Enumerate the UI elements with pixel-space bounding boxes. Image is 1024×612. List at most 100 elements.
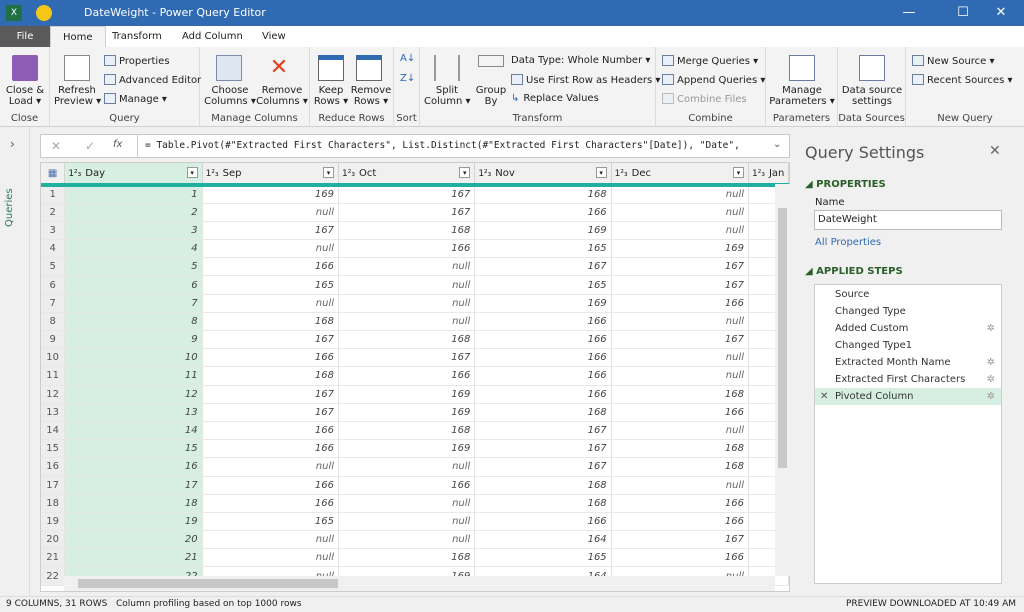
cell-day[interactable]: 10 bbox=[64, 348, 203, 368]
scroll-thumb[interactable] bbox=[78, 579, 338, 588]
cell-oct[interactable]: 169 bbox=[338, 403, 476, 422]
tab-view[interactable]: View bbox=[250, 26, 298, 47]
cell-day[interactable]: 13 bbox=[64, 403, 203, 422]
cell-oct[interactable]: null bbox=[338, 312, 476, 332]
row-number[interactable]: 12 bbox=[41, 385, 66, 404]
tab-add-column[interactable]: Add Column bbox=[170, 26, 255, 47]
cell-dec[interactable]: 167 bbox=[611, 275, 750, 295]
cell-nov[interactable]: 166 bbox=[474, 312, 612, 332]
cell-nov[interactable]: 165 bbox=[474, 275, 612, 295]
gear-icon[interactable]: ✲ bbox=[987, 354, 995, 371]
cell-oct[interactable]: 169 bbox=[338, 439, 476, 459]
cell-nov[interactable]: 166 bbox=[474, 385, 612, 404]
cell-sep[interactable]: 168 bbox=[202, 312, 340, 332]
cell-day[interactable]: 7 bbox=[64, 294, 203, 313]
cell-day[interactable]: 17 bbox=[64, 476, 203, 495]
gear-icon[interactable]: ✲ bbox=[987, 371, 995, 388]
applied-step[interactable]: Extracted First Characters ✲ bbox=[815, 371, 1001, 388]
cell-day[interactable]: 8 bbox=[64, 312, 203, 332]
cell-sep[interactable]: 166 bbox=[202, 439, 340, 459]
cell-oct[interactable]: null bbox=[338, 457, 476, 477]
filter-dropdown-icon[interactable]: ▾ bbox=[733, 167, 745, 178]
row-number[interactable]: 22 bbox=[41, 566, 66, 586]
cell-dec[interactable]: 166 bbox=[611, 294, 750, 313]
cell-oct[interactable]: 169 bbox=[338, 385, 476, 404]
formula-input[interactable]: = Table.Pivot(#"Extracted First Characte… bbox=[145, 140, 755, 151]
cell-nov[interactable]: 166 bbox=[474, 348, 612, 368]
horizontal-scrollbar[interactable] bbox=[64, 576, 775, 591]
merge-queries-button[interactable]: Merge Queries ▾ bbox=[662, 55, 758, 67]
cell-oct[interactable]: 168 bbox=[338, 548, 476, 568]
whole-number-type-icon[interactable]: 1²₃ bbox=[68, 169, 81, 179]
applied-step[interactable]: Source bbox=[815, 286, 1001, 303]
cell-sep[interactable]: 165 bbox=[202, 512, 340, 532]
cell-nov[interactable]: 166 bbox=[474, 203, 612, 222]
whole-number-type-icon[interactable]: 1²₃ bbox=[478, 169, 491, 179]
cell-sep[interactable]: 168 bbox=[202, 366, 340, 386]
row-number[interactable]: 2 bbox=[41, 203, 66, 222]
cell-day[interactable]: 11 bbox=[64, 366, 203, 386]
cell-nov[interactable]: 166 bbox=[474, 366, 612, 386]
whole-number-type-icon[interactable]: 1²₃ bbox=[206, 169, 219, 179]
row-number[interactable]: 21 bbox=[41, 548, 66, 568]
cell-dec[interactable]: 166 bbox=[611, 512, 750, 532]
cell-oct[interactable]: null bbox=[338, 294, 476, 313]
close-pane-button[interactable]: ✕ bbox=[989, 143, 1001, 159]
tab-home[interactable]: Home bbox=[50, 26, 106, 47]
cell-oct[interactable]: null bbox=[338, 275, 476, 295]
cell-dec[interactable]: null bbox=[611, 476, 750, 495]
cell-day[interactable]: 15 bbox=[64, 439, 203, 459]
row-number[interactable]: 5 bbox=[41, 257, 66, 277]
cell-day[interactable]: 12 bbox=[64, 385, 203, 404]
replace-values-button[interactable]: ↳ Replace Values bbox=[511, 93, 599, 104]
manage-button[interactable]: Manage ▾ bbox=[104, 93, 167, 105]
cell-dec[interactable]: null bbox=[611, 421, 750, 441]
cell-oct[interactable]: 166 bbox=[338, 239, 476, 259]
cell-oct[interactable]: 167 bbox=[338, 203, 476, 222]
cell-nov[interactable]: 168 bbox=[474, 185, 612, 204]
applied-step[interactable]: Added Custom ✲ bbox=[815, 320, 1001, 337]
row-number[interactable]: 19 bbox=[41, 512, 66, 532]
row-number[interactable]: 14 bbox=[41, 421, 66, 441]
sort-ascending-button[interactable]: A↓ bbox=[400, 53, 415, 64]
cell-day[interactable]: 2 bbox=[64, 203, 203, 222]
cell-day[interactable]: 3 bbox=[64, 221, 203, 241]
column-header-sep[interactable]: 1²₃ Sep ▾ bbox=[202, 163, 340, 187]
group-by-button[interactable]: Group By bbox=[474, 85, 508, 107]
delete-step-icon[interactable]: ✕ bbox=[820, 388, 828, 405]
row-number[interactable]: 15 bbox=[41, 439, 66, 459]
keep-rows-button[interactable]: Keep Rows ▾ bbox=[312, 85, 350, 107]
cell-oct[interactable]: null bbox=[338, 512, 476, 532]
formula-bar[interactable]: ✕ ✓ fx = Table.Pivot(#"Extracted First C… bbox=[40, 134, 790, 158]
cell-day[interactable]: 9 bbox=[64, 330, 203, 350]
vertical-scrollbar[interactable] bbox=[775, 184, 790, 576]
gear-icon[interactable]: ✲ bbox=[987, 388, 995, 405]
cell-sep[interactable]: 167 bbox=[202, 403, 340, 422]
advanced-editor-button[interactable]: Advanced Editor bbox=[104, 74, 201, 86]
filter-dropdown-icon[interactable]: ▾ bbox=[323, 167, 334, 178]
filter-dropdown-icon[interactable]: ▾ bbox=[459, 167, 471, 178]
row-number[interactable]: 7 bbox=[41, 294, 66, 313]
cell-day[interactable]: 6 bbox=[64, 275, 203, 295]
minimize-button[interactable]: — bbox=[886, 0, 932, 26]
whole-number-type-icon[interactable]: 1²₃ bbox=[615, 169, 628, 179]
cell-nov[interactable]: 167 bbox=[474, 457, 612, 477]
properties-button[interactable]: Properties bbox=[104, 55, 170, 67]
cell-sep[interactable]: 166 bbox=[202, 348, 340, 368]
row-number[interactable]: 8 bbox=[41, 312, 66, 332]
cell-nov[interactable]: 168 bbox=[474, 494, 612, 513]
cell-dec[interactable]: null bbox=[611, 348, 750, 368]
cell-day[interactable]: 4 bbox=[64, 239, 203, 259]
row-number[interactable]: 3 bbox=[41, 221, 66, 241]
cell-nov[interactable]: 166 bbox=[474, 330, 612, 350]
column-header-day[interactable]: 1²₃ Day ▾ bbox=[64, 163, 203, 187]
combine-files-button[interactable]: Combine Files bbox=[662, 93, 747, 105]
cell-sep[interactable]: 166 bbox=[202, 494, 340, 513]
cell-oct[interactable]: 168 bbox=[338, 221, 476, 241]
profiling-status[interactable]: Column profiling based on top 1000 rows bbox=[116, 597, 302, 612]
cell-dec[interactable]: 166 bbox=[611, 548, 750, 568]
cell-nov[interactable]: 168 bbox=[474, 476, 612, 495]
cell-sep[interactable]: null bbox=[202, 239, 340, 259]
cell-sep[interactable]: 166 bbox=[202, 476, 340, 495]
cell-sep[interactable]: 169 bbox=[202, 185, 340, 204]
